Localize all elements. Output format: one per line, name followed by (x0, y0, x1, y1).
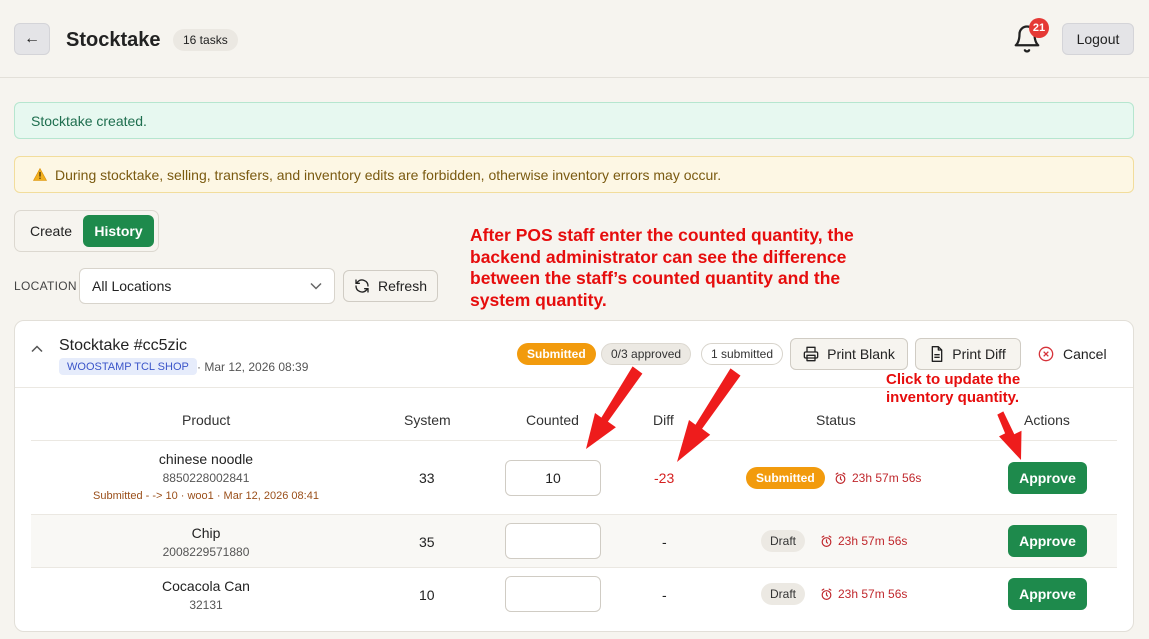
chevron-up-icon[interactable] (31, 345, 43, 353)
alarm-clock-icon (820, 587, 833, 601)
tab-create[interactable]: Create (20, 217, 82, 245)
row-status-badge: Submitted (746, 467, 825, 489)
warning-alert: During stocktake, selling, transfers, an… (14, 156, 1134, 193)
timer-text: 23h 57m 56s (838, 587, 908, 601)
col-header-system: System (404, 412, 451, 428)
product-name: Cocacola Can (162, 578, 250, 594)
refresh-label: Refresh (377, 278, 428, 294)
timer-text: 23h 57m 56s (838, 534, 908, 548)
table-row-divider (31, 567, 1117, 568)
countdown-timer: 23h 57m 56s (834, 471, 921, 485)
location-select[interactable]: All Locations (79, 268, 335, 304)
col-header-actions: Actions (1024, 412, 1070, 428)
col-header-product: Product (182, 412, 231, 428)
system-qty: 35 (419, 534, 435, 550)
product-name: Chip (191, 525, 221, 541)
row-status-badge: Draft (761, 583, 806, 605)
product-name: chinese noodle (158, 451, 254, 467)
annotation-right: Click to update the inventory quantity. (886, 371, 1021, 406)
counted-qty-input[interactable]: 10 (505, 460, 601, 496)
counted-qty-input[interactable] (505, 576, 601, 612)
diff-value: -23 (654, 470, 675, 486)
diff-value: - (662, 587, 667, 603)
alarm-clock-icon (834, 471, 847, 485)
product-submission-note: Submitted - -> 10 · woo1 · Mar 12, 2026 … (93, 490, 319, 502)
diff-value: - (662, 534, 667, 550)
refresh-icon (354, 278, 370, 294)
countdown-timer: 23h 57m 56s (820, 534, 907, 548)
location-select-value: All Locations (92, 278, 172, 294)
stocktake-date: · Mar 12, 2026 08:39 (197, 360, 309, 374)
cancel-label: Cancel (1063, 346, 1107, 362)
warning-icon (33, 168, 47, 181)
approve-button[interactable]: Approve (1008, 578, 1087, 610)
alarm-clock-icon (820, 534, 833, 548)
col-header-diff: Diff (653, 412, 674, 428)
submitted-count-badge: 1 submitted (701, 343, 784, 365)
refresh-button[interactable]: Refresh (343, 270, 438, 302)
row-status-badge: Draft (761, 530, 806, 552)
notification-count-badge: 21 (1029, 18, 1049, 38)
back-button[interactable]: ← (14, 23, 50, 55)
logout-button[interactable]: Logout (1062, 23, 1134, 55)
countdown-timer: 23h 57m 56s (820, 587, 907, 601)
product-sku: 8850228002841 (162, 471, 250, 485)
system-qty: 10 (419, 587, 435, 603)
timer-text: 23h 57m 56s (852, 471, 922, 485)
cancel-button[interactable]: Cancel (1034, 338, 1114, 370)
counted-qty-input[interactable] (505, 523, 601, 559)
location-label: LOCATION (14, 279, 77, 293)
print-blank-button[interactable]: Print Blank (790, 338, 908, 370)
product-sku: 2008229571880 (162, 545, 250, 559)
warning-text: During stocktake, selling, transfers, an… (55, 166, 722, 183)
cancel-circle-icon (1038, 346, 1054, 362)
shop-badge: WOOSTAMP TCL SHOP (59, 358, 197, 375)
col-header-status: Status (816, 412, 856, 428)
system-qty: 33 (419, 470, 435, 486)
tab-history[interactable]: History (83, 215, 154, 247)
approve-button[interactable]: Approve (1008, 462, 1087, 494)
product-sku: 32131 (189, 598, 223, 612)
chevron-down-icon (310, 282, 322, 290)
document-icon (930, 346, 944, 362)
annotation-top: After POS staff enter the counted quanti… (470, 225, 854, 310)
printer-icon (803, 346, 819, 362)
stocktake-title: Stocktake #cc5zic (59, 337, 188, 354)
page-title: Stocktake (66, 29, 161, 51)
col-header-counted: Counted (526, 412, 579, 428)
status-badge: Submitted (517, 343, 596, 365)
print-diff-button[interactable]: Print Diff (915, 338, 1021, 370)
print-diff-label: Print Diff (952, 346, 1006, 362)
task-count-badge: 16 tasks (173, 29, 238, 51)
success-alert: Stocktake created. (14, 102, 1134, 139)
approved-count-badge: 0/3 approved (601, 343, 692, 365)
table-divider (31, 440, 1117, 441)
approve-button[interactable]: Approve (1008, 525, 1087, 557)
print-blank-label: Print Blank (827, 346, 895, 362)
